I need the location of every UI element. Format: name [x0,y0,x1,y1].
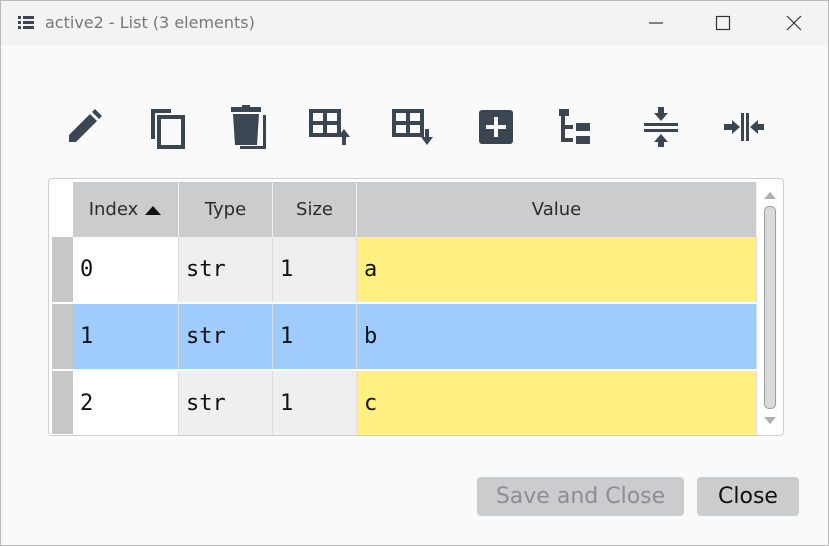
cell-value[interactable]: a [357,237,757,302]
row-header[interactable] [52,237,73,302]
cell-size[interactable]: 1 [273,237,357,302]
cell-type[interactable]: str [179,371,273,435]
scrollbar-thumb[interactable] [764,206,776,409]
tree-view-button[interactable] [554,101,602,153]
cell-value[interactable]: c [357,371,757,435]
list-icon [18,16,34,29]
row-header[interactable] [52,304,73,369]
maximize-button[interactable] [700,7,746,39]
edit-icon [69,109,102,142]
close-icon [786,15,802,31]
insert-below-icon [392,109,433,145]
column-header-type[interactable]: Type [179,182,273,237]
minimize-button[interactable] [633,7,679,39]
column-header-value[interactable]: Value [357,182,757,237]
expand-icon [724,113,764,141]
tree-view-icon [559,109,590,144]
scroll-down-icon[interactable] [761,415,779,427]
column-header-index[interactable]: Index [73,182,179,237]
cell-type[interactable]: str [179,237,273,302]
edit-button[interactable] [60,101,108,153]
close-button[interactable]: Close [697,477,799,516]
cell-size[interactable]: 1 [273,371,357,435]
add-item-button[interactable] [472,101,520,153]
scroll-up-icon[interactable] [761,189,779,201]
title-bar[interactable]: active2 - List (3 elements) [1,1,828,45]
copy-button[interactable] [141,101,189,153]
cell-value[interactable]: b [357,304,757,369]
column-header-label: Size [296,199,333,220]
insert-below-button[interactable] [389,101,437,153]
window-title: active2 - List (3 elements) [45,13,255,32]
toolbar [1,101,828,153]
row-header[interactable] [52,371,73,434]
cell-index[interactable]: 0 [73,237,179,302]
column-header-label: Type [204,199,247,220]
save-and-close-button[interactable]: Save and Close [477,477,684,516]
paste-icon [231,105,266,149]
paste-button[interactable] [224,101,272,153]
list-editor-window: active2 - List (3 elements) Index Type S… [0,0,829,546]
cell-index[interactable]: 1 [73,304,179,369]
column-header-label: Value [531,199,582,220]
cell-type[interactable]: str [179,304,273,369]
cell-size[interactable]: 1 [273,304,357,369]
collapse-button[interactable] [637,101,685,153]
list-table: Index Type Size Value 0 str 1 a 1 str 1 … [48,178,784,436]
column-header-size[interactable]: Size [273,182,357,237]
copy-icon [151,109,185,149]
vertical-scrollbar[interactable] [761,187,779,431]
cell-index[interactable]: 2 [73,371,179,435]
close-window-button[interactable] [771,7,817,39]
collapse-icon [644,107,678,147]
expand-button[interactable] [720,101,768,153]
maximize-icon [715,15,731,31]
minimize-icon [649,22,663,24]
insert-above-icon [309,109,350,145]
add-icon [479,110,513,144]
table-corner [52,182,73,237]
insert-above-button[interactable] [306,101,354,153]
column-header-label: Index [88,199,139,220]
sort-ascending-icon [145,205,162,215]
